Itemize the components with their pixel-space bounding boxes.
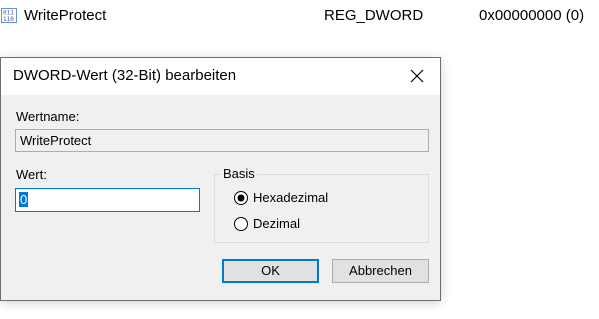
- radio-unselected-icon: [234, 217, 248, 231]
- value-data-text: 0: [19, 192, 29, 207]
- close-icon: [410, 69, 424, 83]
- edit-dword-dialog: DWORD-Wert (32-Bit) bearbeiten Wertname:…: [0, 57, 441, 301]
- ok-button[interactable]: OK: [222, 259, 319, 283]
- radio-selected-icon: [234, 191, 248, 205]
- value-data-label: Wert:: [16, 167, 47, 182]
- registry-value-name: WriteProtect: [24, 7, 107, 24]
- registry-value-data: 0x00000000 (0): [479, 7, 585, 24]
- radio-hexadecimal-label: Hexadezimal: [253, 190, 329, 205]
- radio-decimal-label: Dezimal: [253, 216, 300, 231]
- dialog-titlebar[interactable]: DWORD-Wert (32-Bit) bearbeiten: [1, 58, 440, 95]
- basis-legend: Basis: [221, 166, 257, 181]
- radio-decimal[interactable]: Dezimal: [233, 215, 423, 235]
- dialog-title: DWORD-Wert (32-Bit) bearbeiten: [13, 67, 237, 84]
- value-data-input[interactable]: 0: [15, 188, 200, 212]
- svg-text:110: 110: [3, 16, 14, 23]
- registry-binary-value-icon: 011 110: [1, 8, 19, 24]
- radio-hexadecimal[interactable]: Hexadezimal: [233, 189, 423, 209]
- registry-value-row[interactable]: 011 110 WriteProtect REG_DWORD 0x0000000…: [0, 0, 599, 34]
- value-name-label: Wertname:: [16, 109, 80, 124]
- close-button[interactable]: [394, 58, 440, 95]
- value-name-field: WriteProtect: [15, 129, 429, 152]
- cancel-button[interactable]: Abbrechen: [332, 259, 429, 283]
- registry-value-type: REG_DWORD: [324, 7, 424, 24]
